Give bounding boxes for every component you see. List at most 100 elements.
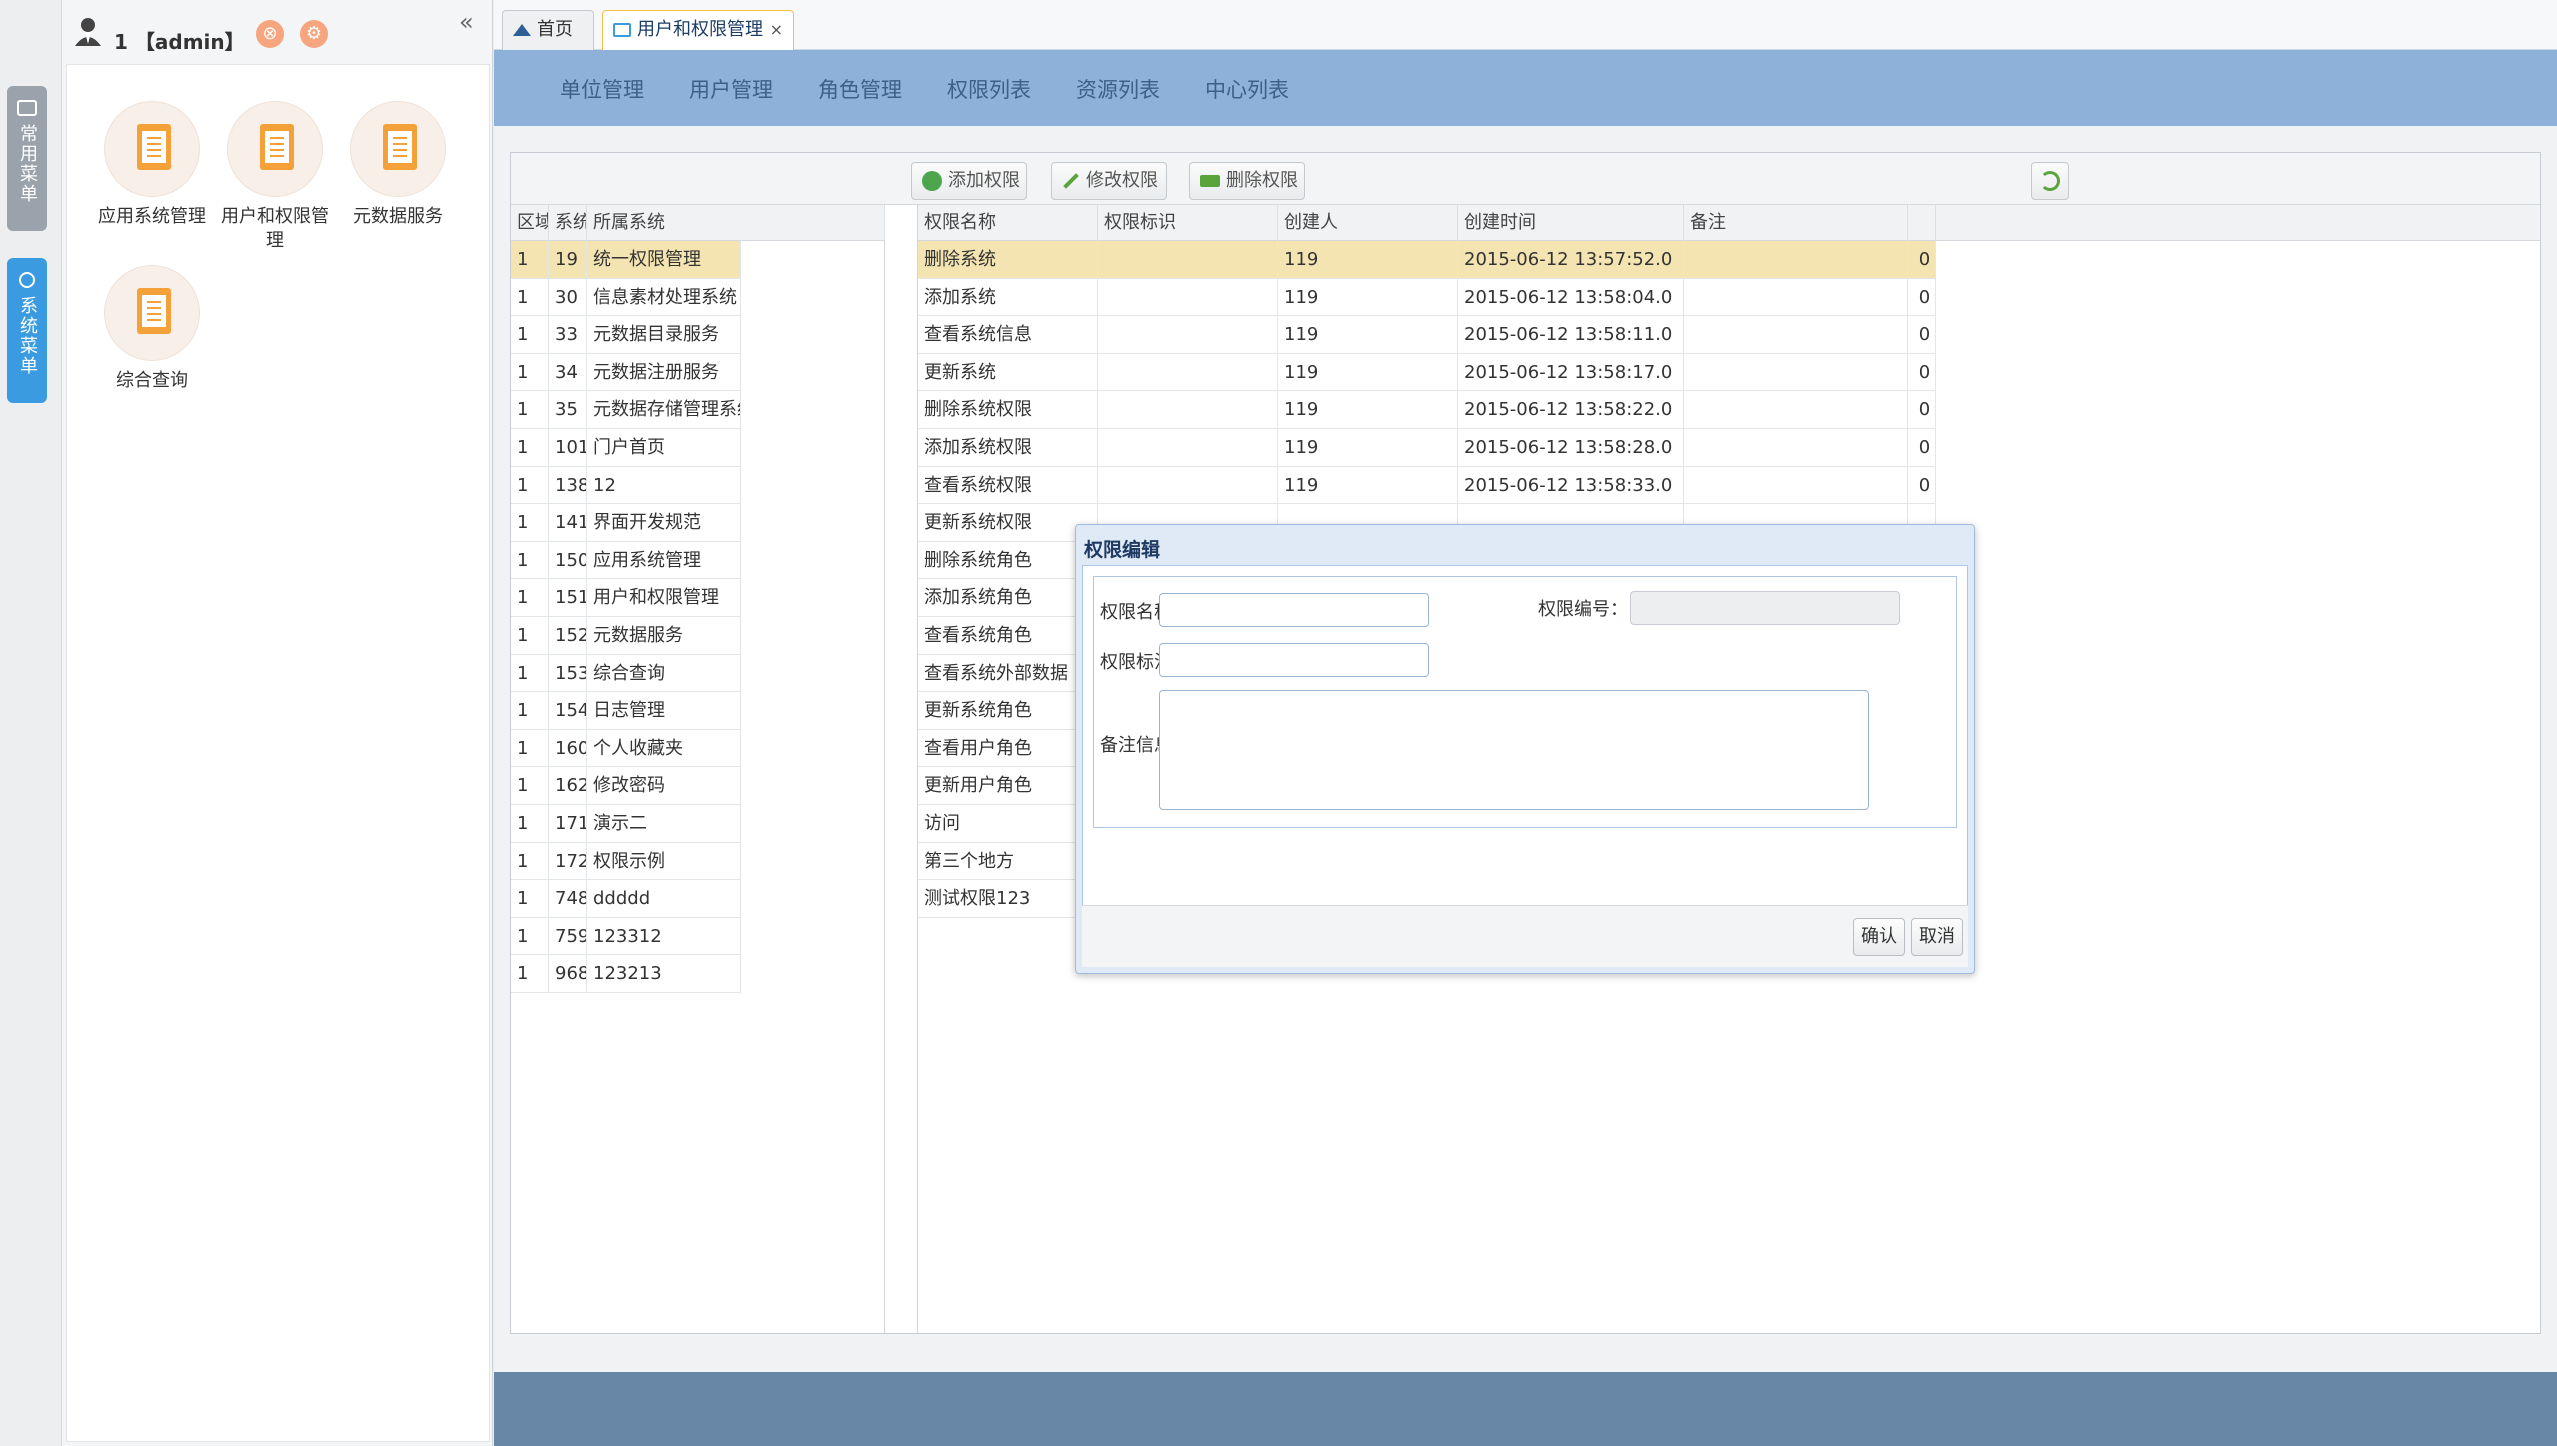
- sys-row[interactable]: 1 171 演示二: [511, 805, 741, 843]
- sys-row[interactable]: 1 152 元数据服务: [511, 617, 741, 655]
- dialog-body: 权限名称： 权限编号： 权限标注： 备注信息：: [1082, 565, 1968, 929]
- logout-icon[interactable]: ⊗: [256, 20, 284, 48]
- perm-name-input[interactable]: [1159, 593, 1429, 627]
- edit-permission-button[interactable]: 修改权限: [1051, 162, 1167, 200]
- sys-row[interactable]: 1 33 元数据目录服务: [511, 316, 741, 354]
- refresh-button[interactable]: [2031, 162, 2069, 200]
- perm-cell-time: 2015-06-12 13:58:04.0: [1458, 278, 1684, 316]
- document-icon: [104, 101, 200, 197]
- perm-cell-time: 2015-06-12 13:58:28.0: [1458, 429, 1684, 466]
- perm-row[interactable]: 添加系统 119 2015-06-12 13:58:04.0 0: [918, 278, 1936, 317]
- sys-cell-name: 日志管理: [587, 692, 741, 730]
- sys-cell-id: 150: [549, 541, 587, 579]
- add-permission-button[interactable]: 添加权限: [911, 162, 1027, 200]
- perm-cell-count: 0: [1908, 466, 1936, 504]
- col-header-creator[interactable]: 创建人: [1278, 205, 1458, 241]
- nav-center-list[interactable]: 中心列表: [1205, 74, 1289, 104]
- system-menu-tab[interactable]: 系统菜单: [7, 258, 47, 403]
- perm-cell-name: 更新用户角色: [918, 767, 1098, 805]
- perm-cell-time: 2015-06-12 13:58:33.0: [1458, 466, 1684, 504]
- sys-cell-name: 元数据服务: [587, 617, 741, 654]
- perm-cell-name: 测试权限123: [918, 880, 1098, 918]
- common-menu-label: 常用菜单: [17, 124, 38, 204]
- common-menu-tab[interactable]: 常用菜单: [7, 86, 47, 231]
- sys-row[interactable]: 1 141 界面开发规范: [511, 504, 741, 542]
- sys-row[interactable]: 1 759 123312: [511, 917, 741, 956]
- app-tile-user-permission[interactable]: 用户和权限管理: [214, 101, 336, 253]
- sys-row[interactable]: 1 153 综合查询: [511, 654, 741, 693]
- perm-cell-remark: [1684, 429, 1908, 466]
- perm-cell-name: 更新系统角色: [918, 692, 1098, 730]
- cancel-button[interactable]: 取消: [1911, 918, 1963, 956]
- perm-row[interactable]: 查看系统信息 119 2015-06-12 13:58:11.0 0: [918, 316, 1936, 354]
- sys-row[interactable]: 1 154 日志管理: [511, 692, 741, 730]
- sys-row[interactable]: 1 19 统一权限管理: [511, 241, 741, 279]
- sys-cell-area: 1: [511, 842, 549, 880]
- settings-gear-icon[interactable]: ⚙: [300, 20, 328, 48]
- sys-row[interactable]: 1 160 个人收藏夹: [511, 729, 741, 768]
- perm-cell-time: 2015-06-12 13:57:52.0: [1458, 241, 1684, 278]
- sys-row[interactable]: 1 968 123213: [511, 955, 741, 993]
- app-tile-metadata[interactable]: 元数据服务: [337, 101, 459, 229]
- perm-row[interactable]: 查看系统权限 119 2015-06-12 13:58:33.0 0: [918, 466, 1936, 505]
- sys-row[interactable]: 1 35 元数据存储管理系统: [511, 391, 741, 429]
- sys-cell-area: 1: [511, 729, 549, 767]
- perm-mark-input[interactable]: [1159, 643, 1429, 677]
- nav-unit-management[interactable]: 单位管理: [560, 74, 644, 104]
- nav-resource-list[interactable]: 资源列表: [1076, 74, 1160, 104]
- tab-home[interactable]: 首页: [502, 10, 594, 50]
- perm-row[interactable]: 删除系统 119 2015-06-12 13:57:52.0 0: [918, 241, 1936, 279]
- col-header-create-time[interactable]: 创建时间: [1458, 205, 1684, 241]
- perm-row[interactable]: 删除系统权限 119 2015-06-12 13:58:22.0 0: [918, 391, 1936, 429]
- sys-cell-area: 1: [511, 278, 549, 316]
- sys-row[interactable]: 1 151 用户和权限管理: [511, 579, 741, 617]
- sys-cell-id: 748: [549, 880, 587, 918]
- sys-cell-area: 1: [511, 241, 549, 278]
- perm-row[interactable]: 添加系统权限 119 2015-06-12 13:58:28.0 0: [918, 429, 1936, 467]
- sys-row[interactable]: 1 150 应用系统管理: [511, 541, 741, 580]
- sys-cell-id: 35: [549, 391, 587, 429]
- tab-user-permission[interactable]: 用户和权限管理 ×: [602, 10, 794, 50]
- sys-cell-id: 171: [549, 805, 587, 842]
- col-header-remark[interactable]: 备注: [1684, 205, 1908, 241]
- col-header-perm-name[interactable]: 权限名称: [918, 205, 1098, 241]
- pencil-icon: [1063, 173, 1079, 189]
- perm-cell-mark: [1098, 391, 1278, 429]
- app-tile-label: 用户和权限管理: [221, 206, 329, 251]
- nav-user-management[interactable]: 用户管理: [689, 74, 773, 104]
- perm-cell-mark: [1098, 353, 1278, 391]
- sys-row[interactable]: 1 30 信息素材处理系统: [511, 278, 741, 317]
- perm-row[interactable]: 更新系统 119 2015-06-12 13:58:17.0 0: [918, 353, 1936, 392]
- perm-cell-count: 0: [1908, 316, 1936, 354]
- col-header-system-name[interactable]: 所属系统: [587, 205, 885, 241]
- folder-icon: [17, 100, 37, 116]
- sys-row[interactable]: 1 748 ddddd: [511, 880, 741, 918]
- app-tile-query[interactable]: 综合查询: [91, 265, 213, 393]
- col-header-perm-mark[interactable]: 权限标识: [1098, 205, 1278, 241]
- dialog-form: 权限名称： 权限编号： 权限标注： 备注信息：: [1093, 576, 1957, 828]
- nav-role-management[interactable]: 角色管理: [818, 74, 902, 104]
- sys-row[interactable]: 1 101 门户首页: [511, 429, 741, 467]
- sys-cell-area: 1: [511, 541, 549, 579]
- perm-cell-creator: 119: [1278, 241, 1458, 278]
- side-rail: 常用菜单 系统菜单: [0, 0, 62, 1446]
- remark-textarea[interactable]: [1159, 690, 1869, 810]
- sys-cell-area: 1: [511, 429, 549, 466]
- collapse-double-chevron-icon[interactable]: «: [459, 8, 474, 36]
- confirm-button[interactable]: 确认: [1853, 918, 1905, 956]
- tab-close-icon[interactable]: ×: [770, 11, 783, 49]
- sys-row[interactable]: 1 162 修改密码: [511, 767, 741, 805]
- sys-cell-name: 门户首页: [587, 429, 741, 466]
- sys-row[interactable]: 1 34 元数据注册服务: [511, 353, 741, 392]
- sys-row[interactable]: 1 138 12: [511, 466, 741, 505]
- sys-cell-id: 151: [549, 579, 587, 617]
- sys-row[interactable]: 1 172 权限示例: [511, 842, 741, 881]
- col-header-system-id[interactable]: 系统: [549, 205, 587, 241]
- sys-cell-name: 界面开发规范: [587, 504, 741, 542]
- col-header-area[interactable]: 区域: [511, 205, 549, 241]
- sys-cell-name: 修改密码: [587, 767, 741, 805]
- delete-permission-button[interactable]: 删除权限: [1189, 162, 1305, 200]
- perm-cell-time: 2015-06-12 13:58:17.0: [1458, 353, 1684, 391]
- app-tile-system-management[interactable]: 应用系统管理: [91, 101, 213, 229]
- nav-permission-list[interactable]: 权限列表: [947, 74, 1031, 104]
